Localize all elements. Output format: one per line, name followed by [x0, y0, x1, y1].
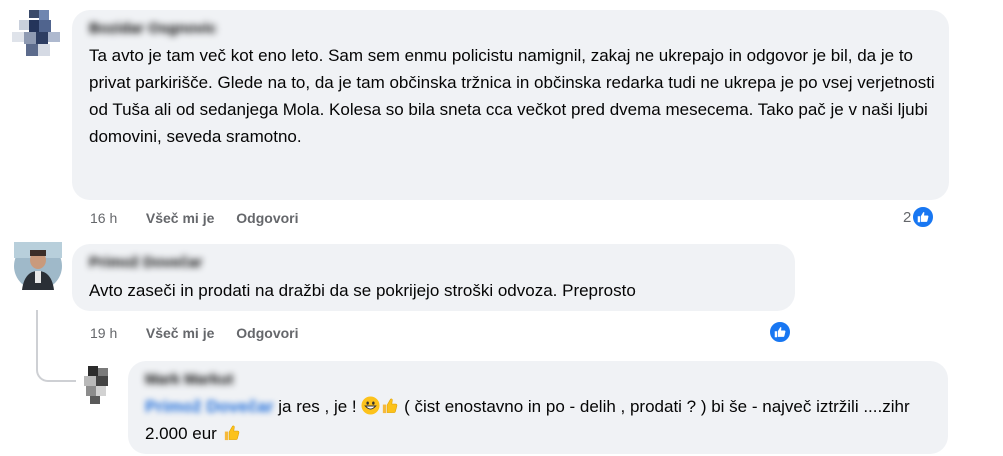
comment-text: Avto zaseči in prodati na dražbi da se p…	[89, 281, 636, 300]
reply-bubble: Mark Markut Primož Dovečar ja res , je !…	[128, 361, 948, 454]
like-link[interactable]: Všeč mi je	[146, 325, 215, 341]
thread-connector	[36, 310, 76, 382]
reply-link[interactable]: Odgovori	[236, 325, 298, 341]
thumbs-up-emoji-icon	[380, 396, 399, 415]
like-link[interactable]: Všeč mi je	[146, 210, 215, 226]
avatar[interactable]	[12, 10, 62, 60]
like-reaction-icon	[768, 320, 792, 344]
comment-time[interactable]: 16 h	[90, 209, 124, 227]
reply-link[interactable]: Odgovori	[236, 210, 298, 226]
reaction-summary[interactable]: 2	[903, 205, 936, 229]
comment-author[interactable]: Bozidar Osgnovic	[89, 18, 935, 40]
comment-bubble: Bozidar Osgnovic Ta avto je tam več kot …	[72, 10, 949, 200]
comment-text: Ta avto je tam več kot eno leto. Sam sem…	[89, 46, 935, 146]
comment-bubble: Primož Dovečar Avto zaseči in prodati na…	[72, 244, 795, 311]
reply-author[interactable]: Mark Markut	[145, 369, 934, 391]
avatar[interactable]	[14, 242, 62, 290]
comment-meta: 16 h Všeč mi je Odgovori	[90, 209, 299, 227]
mentioned-user-tag[interactable]: Primož Dovečar	[145, 397, 274, 416]
comment-meta: 19 h Všeč mi je Odgovori	[90, 324, 299, 342]
reply-text-part1: ja res , je !	[278, 397, 357, 416]
grinning-emoji-icon	[361, 396, 380, 415]
thumbs-up-emoji-icon	[222, 423, 241, 442]
avatar[interactable]	[80, 364, 114, 406]
reaction-summary[interactable]	[768, 320, 792, 344]
reaction-count: 2	[903, 208, 912, 226]
comment-time[interactable]: 19 h	[90, 324, 124, 342]
reply-text: Primož Dovečar ja res , je ! ( čist enos…	[145, 393, 934, 447]
like-reaction-icon	[911, 205, 936, 229]
comment-author[interactable]: Primož Dovečar	[89, 252, 781, 274]
